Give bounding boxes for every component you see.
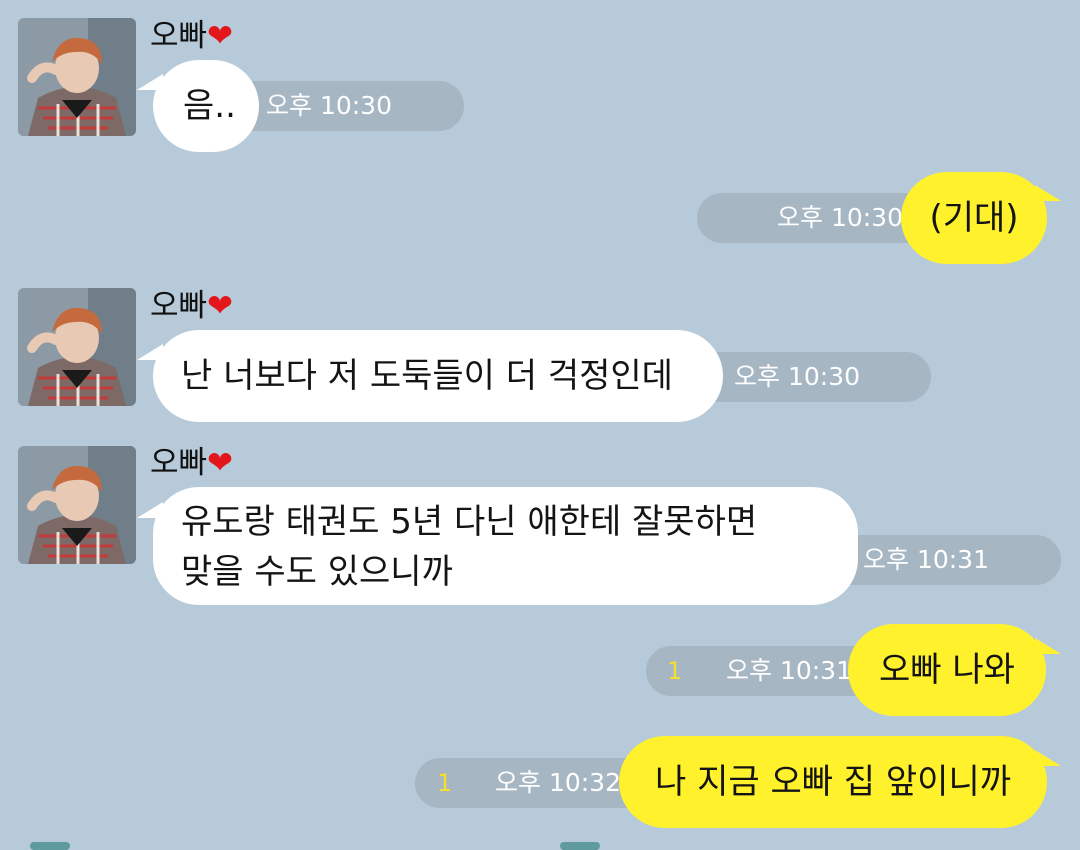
avatar[interactable] xyxy=(18,18,136,136)
avatar[interactable] xyxy=(18,446,136,564)
outgoing-message-bubble[interactable]: 나 지금 오빠 집 앞이니까 xyxy=(619,736,1047,828)
timestamp: 오후 10:30 xyxy=(266,91,392,120)
outgoing-message-bubble[interactable]: (기대) xyxy=(901,172,1047,264)
profile-photo xyxy=(18,446,136,564)
message-text-line: 맞을 수도 있으니까 xyxy=(181,552,453,592)
message-text: 난 너보다 저 도둑들이 더 걱정인데 xyxy=(181,356,673,396)
timestamp: 오후 10:30 xyxy=(734,362,860,391)
sender-name-text: 오빠 xyxy=(150,18,208,54)
avatar[interactable] xyxy=(18,288,136,406)
profile-photo xyxy=(18,288,136,406)
bubble-tail xyxy=(1035,185,1061,201)
timestamp: 오후 10:31 xyxy=(863,545,989,574)
profile-photo xyxy=(18,18,136,136)
message-text: 음.. xyxy=(183,86,236,126)
bubble-tail xyxy=(1035,638,1061,654)
partial-element xyxy=(560,842,600,850)
sender-name-text: 오빠 xyxy=(150,445,208,481)
timestamp-pill: 오후 10:31 xyxy=(823,535,1061,585)
message-text: 나 지금 오빠 집 앞이니까 xyxy=(654,762,1012,802)
heart-icon: ❤ xyxy=(207,445,234,481)
bubble-tail xyxy=(1035,750,1061,766)
outgoing-message-bubble[interactable]: 오빠 나와 xyxy=(848,624,1046,716)
unread-count: 1 xyxy=(667,657,683,685)
timestamp-pill: 오후 10:30 xyxy=(690,352,931,402)
unread-count: 1 xyxy=(437,769,453,797)
partial-element xyxy=(30,842,70,850)
message-text-line: 유도랑 태권도 5년 다닌 애한테 잘못하면 xyxy=(181,502,758,542)
heart-icon: ❤ xyxy=(207,18,234,54)
timestamp: 오후 10:30 xyxy=(777,203,903,232)
incoming-message-bubble[interactable]: 음.. xyxy=(153,60,259,152)
heart-icon: ❤ xyxy=(207,288,234,324)
timestamp-pill: 오후 10:30 xyxy=(226,81,464,131)
sender-name: 오빠❤ xyxy=(150,16,233,56)
sender-name-text: 오빠 xyxy=(150,288,208,324)
sender-name: 오빠❤ xyxy=(150,286,233,326)
incoming-message-bubble[interactable]: 유도랑 태권도 5년 다닌 애한테 잘못하면 맞을 수도 있으니까 xyxy=(153,487,858,605)
timestamp: 오후 10:32 xyxy=(495,768,621,797)
message-text: 오빠 나와 xyxy=(879,650,1015,690)
incoming-message-bubble[interactable]: 난 너보다 저 도둑들이 더 걱정인데 xyxy=(153,330,723,422)
message-text: (기대) xyxy=(929,198,1019,238)
timestamp: 오후 10:31 xyxy=(726,656,852,685)
sender-name: 오빠❤ xyxy=(150,443,233,483)
